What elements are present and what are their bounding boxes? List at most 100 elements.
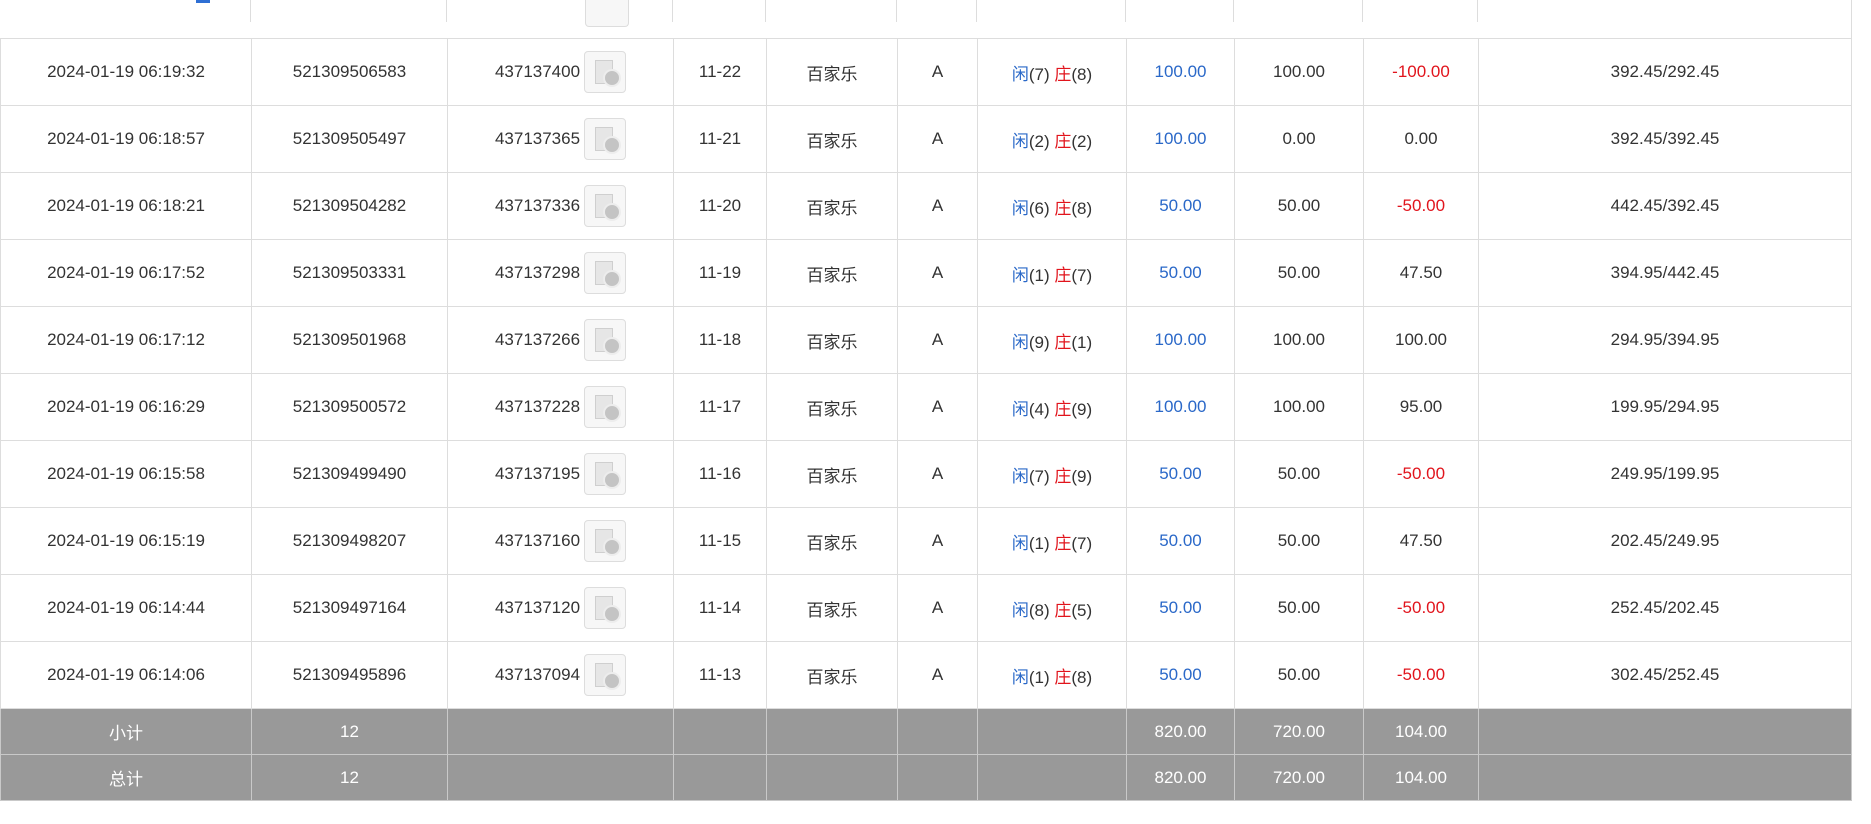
bet-amount: 50.00 bbox=[1126, 440, 1235, 508]
balance-change: 294.95/394.95 bbox=[1478, 306, 1852, 374]
total-row: 总计 12 820.00 720.00 104.00 bbox=[0, 754, 1852, 801]
subtotal-valid-bet: 720.00 bbox=[1234, 708, 1364, 755]
bet-amount: 50.00 bbox=[1126, 172, 1235, 240]
banker-label: 庄 bbox=[1054, 64, 1072, 84]
bet-id: 521309504282 bbox=[251, 172, 448, 240]
total-count: 12 bbox=[251, 754, 448, 801]
balance-change: 252.45/202.45 bbox=[1478, 574, 1852, 642]
replay-video-icon[interactable] bbox=[584, 51, 627, 93]
replay-video-icon[interactable] bbox=[584, 654, 627, 696]
game-name: 百家乐 bbox=[766, 239, 898, 307]
subtotal-label: 小计 bbox=[0, 708, 252, 755]
replay-video-icon[interactable] bbox=[584, 252, 627, 294]
shoe-number: 11-18 bbox=[673, 306, 767, 374]
empty-cell bbox=[897, 708, 978, 755]
table-row: 2024-01-19 06:14:06 521309495896 437137094… bbox=[0, 641, 1852, 709]
replay-video-icon[interactable] bbox=[585, 0, 629, 27]
result-cell: 闲(4) 庄(9) bbox=[977, 373, 1127, 441]
table-code: A bbox=[897, 105, 978, 173]
win-loss: 0.00 bbox=[1363, 105, 1479, 173]
result-cell: 闲(1) 庄(7) bbox=[977, 239, 1127, 307]
banker-points: (5) bbox=[1071, 600, 1093, 620]
bet-amount: 100.00 bbox=[1126, 105, 1235, 173]
column-divider bbox=[672, 0, 673, 22]
replay-video-icon[interactable] bbox=[584, 587, 627, 629]
bet-amount: 100.00 bbox=[1126, 38, 1235, 106]
bet-amount: 50.00 bbox=[1126, 641, 1235, 709]
column-divider bbox=[896, 0, 897, 22]
banker-label: 庄 bbox=[1054, 600, 1072, 620]
bet-time: 2024-01-19 06:16:29 bbox=[0, 373, 252, 441]
round-id: 437137228 bbox=[494, 397, 581, 416]
win-loss: -50.00 bbox=[1363, 172, 1479, 240]
replay-video-icon[interactable] bbox=[584, 185, 627, 227]
game-name: 百家乐 bbox=[766, 38, 898, 106]
game-name: 百家乐 bbox=[766, 105, 898, 173]
replay-video-icon[interactable] bbox=[584, 319, 627, 361]
round-id-cell: 437137298 bbox=[447, 239, 674, 307]
shoe-number: 11-15 bbox=[673, 507, 767, 575]
bet-amount: 50.00 bbox=[1126, 239, 1235, 307]
win-loss: -50.00 bbox=[1363, 440, 1479, 508]
empty-cell bbox=[766, 708, 898, 755]
result-cell: 闲(6) 庄(8) bbox=[977, 172, 1127, 240]
shoe-number: 11-19 bbox=[673, 239, 767, 307]
result-cell: 闲(8) 庄(5) bbox=[977, 574, 1127, 642]
table-row: 2024-01-19 06:18:21 521309504282 437137336… bbox=[0, 172, 1852, 240]
replay-video-icon[interactable] bbox=[584, 386, 627, 428]
table-row: 2024-01-19 06:17:12 521309501968 437137266… bbox=[0, 306, 1852, 374]
partial-link-underline[interactable] bbox=[196, 0, 210, 3]
replay-video-icon[interactable] bbox=[584, 453, 627, 495]
bet-time: 2024-01-19 06:15:19 bbox=[0, 507, 252, 575]
balance-change: 202.45/249.95 bbox=[1478, 507, 1852, 575]
player-label: 闲 bbox=[1011, 399, 1029, 419]
table-row: 2024-01-19 06:16:29 521309500572 437137228… bbox=[0, 373, 1852, 441]
replay-video-icon[interactable] bbox=[584, 118, 627, 160]
player-points: (1) bbox=[1028, 533, 1050, 553]
balance-change: 442.45/392.45 bbox=[1478, 172, 1852, 240]
empty-cell bbox=[447, 754, 674, 801]
table-code: A bbox=[897, 440, 978, 508]
valid-bet: 50.00 bbox=[1234, 440, 1364, 508]
round-id: 437137365 bbox=[494, 129, 581, 148]
shoe-number: 11-14 bbox=[673, 574, 767, 642]
table-code: A bbox=[897, 239, 978, 307]
bet-id: 521309505497 bbox=[251, 105, 448, 173]
player-points: (4) bbox=[1028, 399, 1050, 419]
banker-label: 庄 bbox=[1054, 131, 1072, 151]
valid-bet: 50.00 bbox=[1234, 641, 1364, 709]
replay-video-icon[interactable] bbox=[584, 520, 627, 562]
win-loss: -50.00 bbox=[1363, 574, 1479, 642]
bet-id: 521309501968 bbox=[251, 306, 448, 374]
column-divider bbox=[1477, 0, 1478, 22]
banker-label: 庄 bbox=[1054, 667, 1072, 687]
banker-label: 庄 bbox=[1054, 466, 1072, 486]
shoe-number: 11-21 bbox=[673, 105, 767, 173]
table-code: A bbox=[897, 507, 978, 575]
game-name: 百家乐 bbox=[766, 373, 898, 441]
bet-time: 2024-01-19 06:15:58 bbox=[0, 440, 252, 508]
banker-points: (2) bbox=[1071, 131, 1093, 151]
player-label: 闲 bbox=[1011, 265, 1029, 285]
empty-cell bbox=[673, 754, 767, 801]
total-bet: 820.00 bbox=[1126, 754, 1235, 801]
bet-amount: 100.00 bbox=[1126, 306, 1235, 374]
bet-time: 2024-01-19 06:17:52 bbox=[0, 239, 252, 307]
round-id: 437137160 bbox=[494, 531, 581, 550]
player-points: (1) bbox=[1028, 265, 1050, 285]
result-cell: 闲(1) 庄(7) bbox=[977, 507, 1127, 575]
bet-id: 521309500572 bbox=[251, 373, 448, 441]
banker-points: (9) bbox=[1071, 399, 1093, 419]
column-divider bbox=[976, 0, 977, 22]
table-row: 2024-01-19 06:15:19 521309498207 437137160… bbox=[0, 507, 1852, 575]
banker-label: 庄 bbox=[1054, 198, 1072, 218]
empty-cell bbox=[1478, 708, 1852, 755]
shoe-number: 11-17 bbox=[673, 373, 767, 441]
player-label: 闲 bbox=[1011, 131, 1029, 151]
win-loss: 47.50 bbox=[1363, 507, 1479, 575]
round-id: 437137336 bbox=[494, 196, 581, 215]
balance-change: 249.95/199.95 bbox=[1478, 440, 1852, 508]
empty-cell bbox=[977, 754, 1127, 801]
banker-label: 庄 bbox=[1054, 332, 1072, 352]
player-points: (1) bbox=[1028, 667, 1050, 687]
